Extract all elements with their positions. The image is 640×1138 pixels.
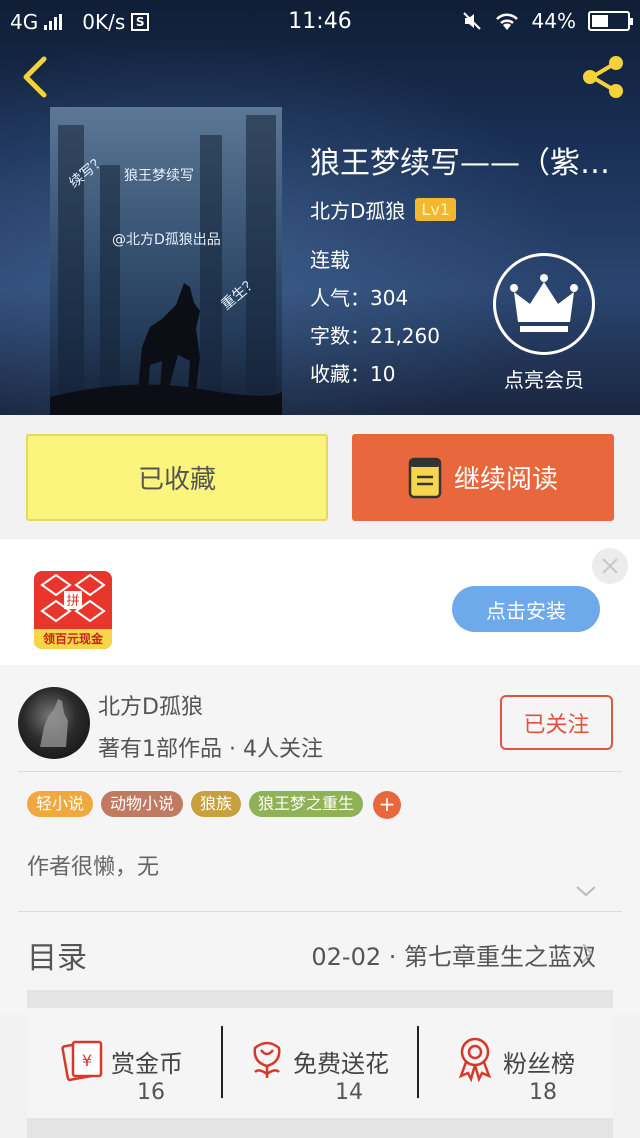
favorite-count-label: 收藏： bbox=[310, 362, 370, 386]
stat-divider bbox=[221, 1026, 223, 1098]
fan-ranking-label: 粉丝榜 bbox=[503, 1050, 575, 1078]
expand-intro-button[interactable] bbox=[575, 883, 597, 899]
divider bbox=[18, 911, 622, 912]
tag-item[interactable]: 狼族 bbox=[191, 791, 242, 817]
flower-icon bbox=[253, 1041, 281, 1078]
battery-icon bbox=[588, 11, 633, 31]
book-icon bbox=[408, 457, 442, 498]
fan-ranking-stat[interactable]: 粉丝榜 18 bbox=[451, 1020, 611, 1106]
book-title: 狼王梦续写——（紫… bbox=[310, 146, 610, 181]
section-separator bbox=[27, 990, 613, 1008]
free-flower-count: 14 bbox=[335, 1080, 363, 1105]
chevron-left-icon bbox=[23, 56, 47, 98]
favorited-button[interactable]: 已收藏 bbox=[26, 434, 328, 521]
book-intro: 作者很懒，无 bbox=[27, 855, 160, 880]
svg-text:拼: 拼 bbox=[66, 594, 79, 609]
ad-banner[interactable]: 拼 领百元现金 点击安装 bbox=[0, 539, 640, 665]
favorite-count: 收藏：10 bbox=[310, 358, 395, 387]
share-button[interactable] bbox=[578, 52, 628, 102]
author-summary: 著有1部作品 · 4人关注 bbox=[98, 737, 323, 762]
chevron-right-icon bbox=[582, 943, 593, 963]
section-separator bbox=[27, 1118, 613, 1138]
book-status: 连载 bbox=[310, 248, 350, 272]
toc-open-button[interactable] bbox=[580, 941, 594, 965]
toc-label[interactable]: 目录 bbox=[27, 933, 87, 977]
author-section: 北方D孤狼 著有1部作品 · 4人关注 已关注 轻小说 动物小说 狼族 狼王梦之… bbox=[0, 665, 640, 1015]
divider bbox=[18, 771, 622, 772]
tag-item[interactable]: 狼王梦之重生 bbox=[249, 791, 364, 817]
battery-percent: 44% bbox=[531, 9, 576, 33]
book-author-line: 北方D孤狼 Lv1 bbox=[310, 195, 456, 224]
favorite-count-value: 10 bbox=[370, 362, 396, 386]
status-right: 44% bbox=[462, 9, 633, 33]
chevron-down-icon bbox=[576, 886, 596, 897]
continue-reading-label: 继续阅读 bbox=[453, 465, 558, 495]
gift-pattern-icon: 拼 bbox=[40, 573, 106, 623]
add-tag-button[interactable]: + bbox=[373, 791, 402, 819]
svg-text:¥: ¥ bbox=[82, 1051, 92, 1070]
install-button[interactable]: 点击安装 bbox=[452, 586, 600, 632]
gold-coin-envelope-icon: ¥ bbox=[61, 1040, 103, 1082]
close-icon bbox=[602, 558, 618, 574]
tag-list: 轻小说 动物小说 狼族 狼王梦之重生 + bbox=[27, 791, 402, 819]
word-count-label: 字数： bbox=[310, 324, 370, 348]
popularity-value: 304 bbox=[370, 286, 409, 310]
book-cover[interactable]: 狼王梦续写 @北方D孤狼出品 续写？ 重生？ bbox=[50, 107, 282, 415]
wolf-silhouette bbox=[50, 283, 282, 415]
free-flower-label: 免费送花 bbox=[293, 1050, 389, 1078]
popularity: 人气：304 bbox=[310, 282, 408, 311]
popularity-label: 人气： bbox=[310, 286, 370, 310]
follow-button[interactable]: 已关注 bbox=[500, 695, 613, 750]
level-badge: Lv1 bbox=[415, 198, 456, 221]
tag-item[interactable]: 轻小说 bbox=[27, 791, 94, 817]
tag-item[interactable]: 动物小说 bbox=[101, 791, 184, 817]
continue-reading-button[interactable]: 继续阅读 bbox=[352, 434, 614, 521]
book-author[interactable]: 北方D孤狼 bbox=[310, 195, 405, 224]
vip-button[interactable] bbox=[493, 253, 595, 355]
reward-coin-count: 16 bbox=[137, 1080, 165, 1105]
reward-coin-label: 赏金币 bbox=[111, 1050, 183, 1078]
fan-ranking-count: 18 bbox=[529, 1080, 557, 1105]
latest-chapter[interactable]: 02-02 · 第七章重生之蓝双 bbox=[311, 937, 596, 972]
back-button[interactable] bbox=[18, 55, 54, 99]
crown-icon bbox=[510, 274, 578, 332]
wolf-avatar-icon bbox=[40, 699, 68, 747]
mute-icon bbox=[462, 12, 481, 30]
free-flower-stat[interactable]: 免费送花 14 bbox=[243, 1020, 423, 1106]
ad-close-button[interactable] bbox=[592, 548, 628, 584]
author-name[interactable]: 北方D孤狼 bbox=[98, 689, 203, 721]
word-count-value: 21,260 bbox=[370, 324, 440, 348]
avatar[interactable] bbox=[18, 687, 90, 759]
ad-icon-caption: 领百元现金 bbox=[34, 629, 112, 649]
vip-label[interactable]: 点亮会员 bbox=[480, 364, 608, 393]
stats-bar: ¥ 赏金币 16 免费送花 14 粉丝榜 18 bbox=[27, 1008, 613, 1118]
wifi-icon bbox=[495, 13, 518, 30]
reward-coin-stat[interactable]: ¥ 赏金币 16 bbox=[59, 1020, 239, 1106]
word-count: 字数：21,260 bbox=[310, 320, 440, 349]
action-row: 已收藏 继续阅读 bbox=[0, 415, 640, 539]
stat-divider bbox=[417, 1026, 419, 1098]
ad-app-icon[interactable]: 拼 领百元现金 bbox=[34, 571, 112, 649]
share-icon bbox=[583, 56, 623, 98]
status-bar: 4G 0K/s S 11:46 44% bbox=[0, 0, 640, 44]
medal-icon bbox=[458, 1037, 492, 1082]
